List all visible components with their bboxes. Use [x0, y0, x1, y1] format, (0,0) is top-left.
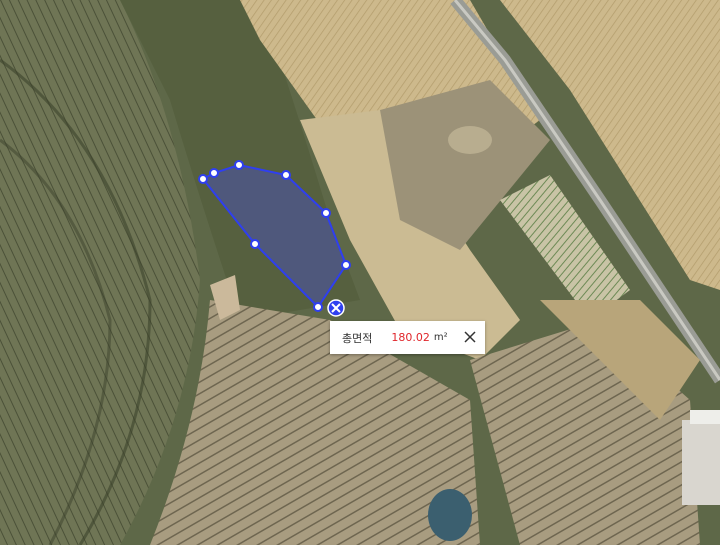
vertex-handle[interactable]	[281, 170, 291, 180]
vertex-handle[interactable]	[250, 239, 260, 249]
mound	[448, 126, 492, 154]
area-unit: m²	[433, 332, 448, 343]
vertex-handle[interactable]	[341, 260, 351, 270]
vertex-handle[interactable]	[313, 302, 323, 312]
building	[682, 420, 720, 505]
pond	[428, 489, 472, 541]
vertex-handle[interactable]	[198, 174, 208, 184]
building-roof	[690, 410, 720, 424]
area-measurement-popup: 총면적 180.02 m²	[330, 321, 485, 354]
vertex-handle[interactable]	[321, 208, 331, 218]
close-icon[interactable]	[462, 329, 478, 345]
delete-x-icon[interactable]	[327, 299, 345, 317]
total-area-value: 180.02	[391, 331, 430, 344]
vertex-handle[interactable]	[209, 168, 219, 178]
vertex-handle[interactable]	[234, 160, 244, 170]
aerial-map[interactable]	[0, 0, 720, 545]
total-area-label: 총면적	[342, 331, 373, 345]
